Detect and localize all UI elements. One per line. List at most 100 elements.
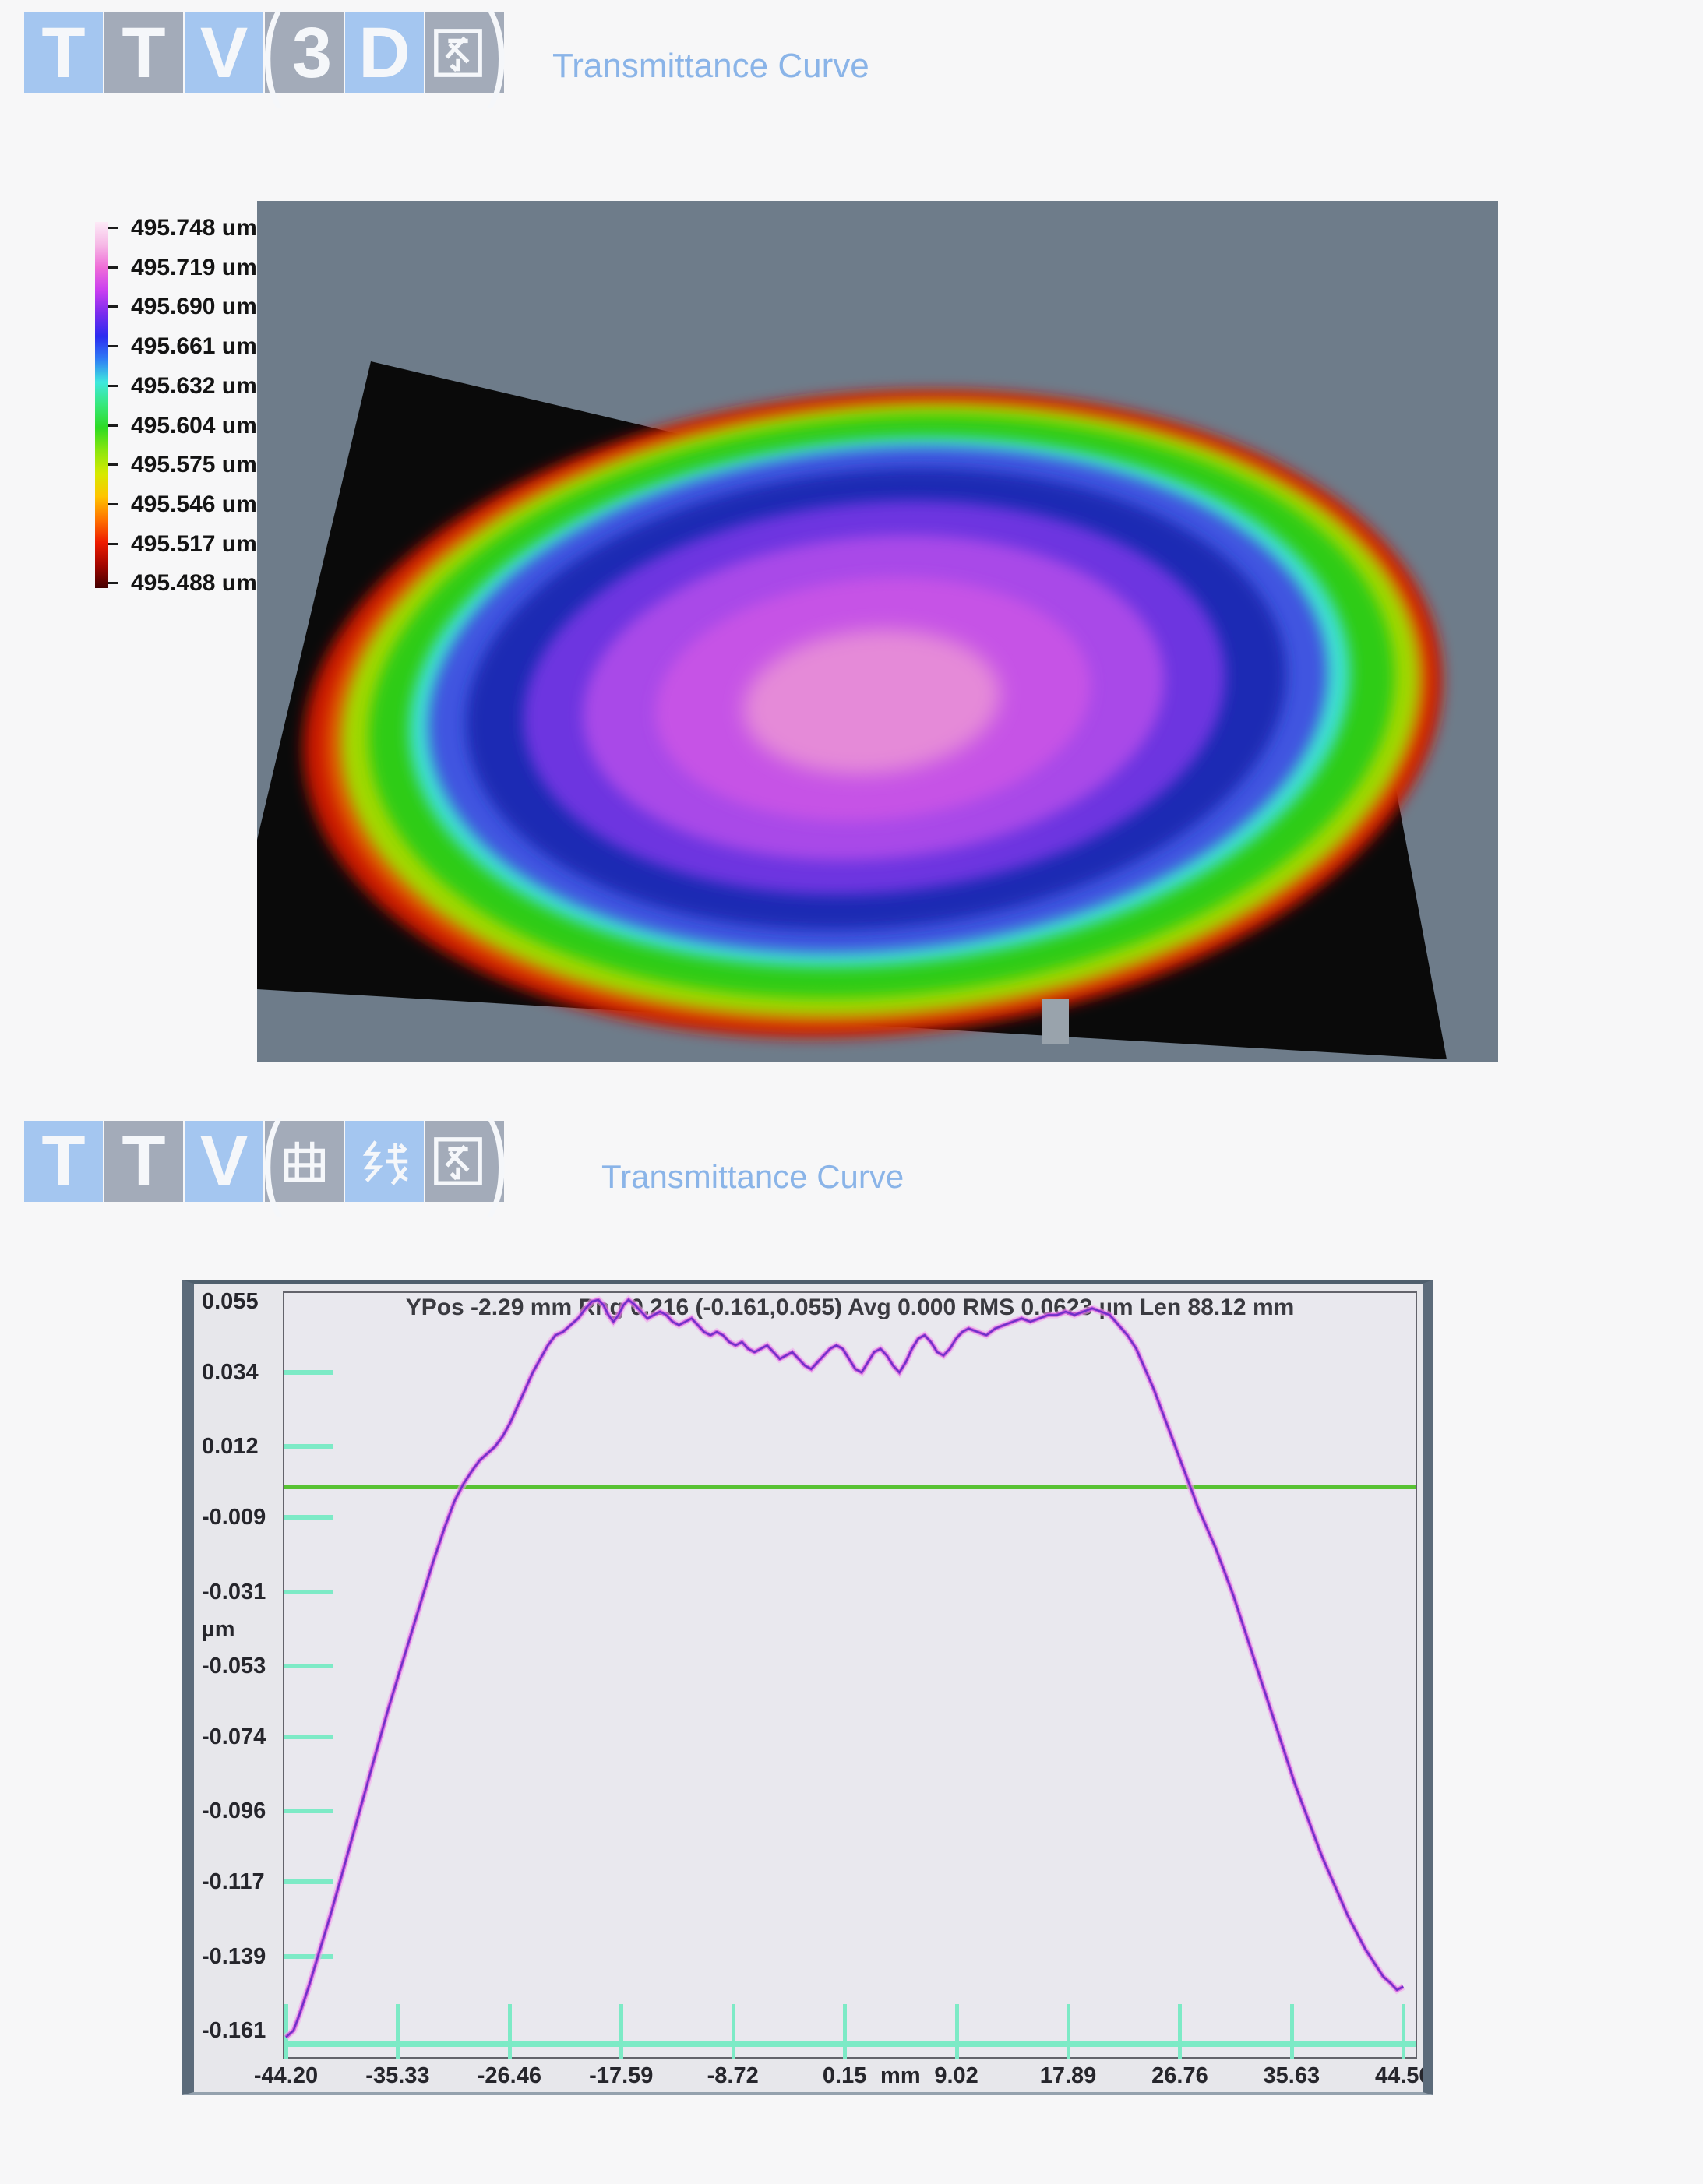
legend-tick	[108, 503, 118, 505]
y-tick-label: -0.053	[202, 1653, 283, 1679]
x-tick-mark	[396, 2004, 400, 2059]
x-tick-mark	[843, 2004, 847, 2059]
x-tick-label: -44.20	[231, 2062, 340, 2089]
y-tick-label: -0.009	[202, 1504, 283, 1531]
y-tick-label: 0.012	[202, 1433, 283, 1460]
legend-label: 495.575 um	[131, 452, 257, 478]
y-tick-label: -0.096	[202, 1798, 283, 1824]
section1-title-ttv-3d: TTV(3D)	[24, 12, 504, 93]
open-paren: (	[261, 0, 283, 103]
y-tick-label: 0.034	[202, 1359, 283, 1386]
legend-tick	[108, 266, 118, 269]
close-paren: )	[486, 0, 508, 103]
title-block-t2: T	[104, 1121, 183, 1202]
title-block-open-qu: (	[265, 1121, 344, 1202]
title-block-t2: T	[104, 12, 183, 93]
profile-chart-window: YPos -2.29 mm Rng 0.216 (-0.161,0.055) A…	[182, 1280, 1433, 2095]
legend-tick	[108, 463, 118, 466]
section1-subtitle: Transmittance Curve	[552, 47, 869, 86]
legend-label: 495.488 um	[131, 570, 257, 597]
x-tick-mark	[955, 2004, 959, 2059]
y-tick-mark	[284, 1954, 333, 1959]
legend-tick	[108, 227, 118, 229]
chart-stats-header: YPos -2.29 mm Rng 0.216 (-0.161,0.055) A…	[295, 1295, 1405, 1321]
title-letter: T	[122, 17, 165, 89]
section2-title-ttv-curve: TTV()	[24, 1121, 504, 1202]
y-tick-mark	[284, 1879, 333, 1884]
x-tick-mark	[284, 2004, 288, 2059]
x-tick-mark	[508, 2004, 512, 2059]
y-tick-label: 0.055	[202, 1288, 283, 1315]
open-paren: (	[261, 1105, 283, 1211]
title-letter: T	[41, 17, 85, 89]
x-tick-mark	[1290, 2004, 1294, 2059]
char-tu-icon	[431, 26, 485, 80]
y-tick-mark	[284, 1444, 333, 1449]
title-block-d: D	[345, 12, 424, 93]
zero-reference-line	[284, 1485, 1416, 1489]
legend-label: 495.748 um	[131, 215, 257, 241]
y-tick-mark	[284, 1735, 333, 1739]
legend-tick	[108, 345, 118, 347]
x-tick-label: -17.59	[566, 2062, 675, 2089]
x-tick-mark	[1067, 2004, 1070, 2059]
x-tick-mark	[619, 2004, 623, 2059]
x-tick-label: 44.50	[1349, 2062, 1423, 2089]
y-tick-mark	[284, 1590, 333, 1594]
x-axis-unit-label: mm	[846, 2062, 955, 2089]
char-tu-icon	[431, 1134, 485, 1189]
y-tick-label: -0.031	[202, 1579, 283, 1605]
title-block-v: V	[185, 1121, 263, 1202]
title-letter: T	[122, 1125, 165, 1197]
title-letter: V	[200, 1125, 248, 1197]
y-axis-unit-label: µm	[202, 1616, 283, 1643]
y-tick-mark	[284, 1370, 333, 1375]
x-tick-label: 17.89	[1014, 2062, 1123, 2089]
title-block-v: V	[185, 12, 263, 93]
legend-tick	[108, 424, 118, 427]
legend-label: 495.719 um	[131, 255, 257, 281]
y-tick-mark	[284, 1515, 333, 1520]
title-block-tu-close: )	[425, 12, 504, 93]
char-qu-icon	[277, 1134, 332, 1189]
x-tick-label: 26.76	[1125, 2062, 1234, 2089]
x-tick-label: -8.72	[679, 2062, 788, 2089]
y-tick-label: -0.161	[202, 2017, 283, 2044]
x-tick-mark	[1402, 2004, 1405, 2059]
title-block-t1: T	[24, 1121, 103, 1202]
legend-label: 495.690 um	[131, 294, 257, 320]
legend-label: 495.546 um	[131, 491, 257, 518]
x-axis-line	[284, 2041, 1416, 2047]
y-tick-label: -0.074	[202, 1724, 283, 1750]
x-tick-label: -35.33	[343, 2062, 452, 2089]
x-tick-mark	[732, 2004, 735, 2059]
y-tick-mark	[284, 1809, 333, 1813]
title-block-open-3: (3	[265, 12, 344, 93]
y-tick-label: -0.117	[202, 1869, 283, 1895]
section2-subtitle: Transmittance Curve	[601, 1158, 904, 1196]
surface-3d-plot	[257, 201, 1498, 1062]
title-letter: T	[41, 1125, 85, 1197]
close-paren: )	[486, 1105, 508, 1211]
legend-label: 495.632 um	[131, 373, 257, 400]
title-block-tu-close: )	[425, 1121, 504, 1202]
metrology-report-page: TTV(3D) Transmittance Curve 495.748 um49…	[0, 0, 1703, 2184]
title-block-xian	[345, 1121, 424, 1202]
title-letter: D	[358, 17, 410, 89]
y-tick-label: -0.139	[202, 1943, 283, 1970]
title-letter: 3	[292, 17, 332, 89]
plot-area	[283, 1291, 1417, 2059]
legend-tick	[108, 582, 118, 584]
title-block-t1: T	[24, 12, 103, 93]
char-xian-icon	[358, 1134, 412, 1189]
x-tick-mark	[1178, 2004, 1182, 2059]
legend-label: 495.661 um	[131, 333, 257, 360]
title-letter: V	[200, 17, 248, 89]
legend-tick	[108, 543, 118, 545]
legend-tick	[108, 385, 118, 387]
legend-tick	[108, 305, 118, 308]
legend-label: 495.604 um	[131, 413, 257, 439]
y-tick-mark	[284, 1664, 333, 1668]
x-tick-label: -26.46	[455, 2062, 564, 2089]
wafer-notch	[1042, 999, 1069, 1044]
